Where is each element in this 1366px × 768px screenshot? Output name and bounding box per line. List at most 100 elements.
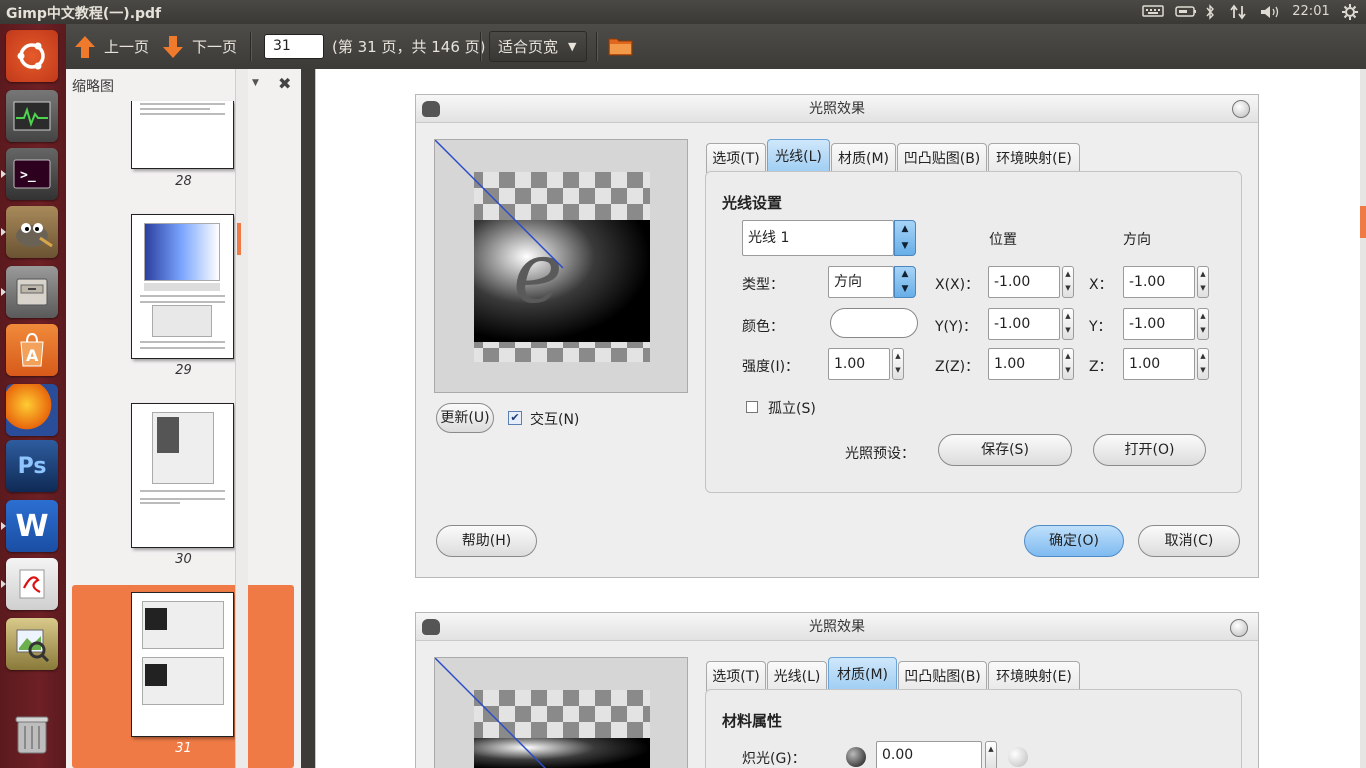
dir-y-label: Y： [1089, 319, 1112, 335]
pos-x-stepper-icon[interactable]: ▲ ▼ [1062, 266, 1074, 298]
thumbnail-page-29[interactable] [131, 214, 234, 359]
sidebar-dropdown-icon[interactable]: ▼ [252, 78, 259, 88]
page-number-input[interactable]: 31 [264, 34, 324, 59]
sidebar-scrollbar[interactable] [235, 69, 248, 768]
type-select-chevron-icon[interactable]: ▲ ▼ [894, 266, 916, 298]
battery-icon[interactable] [1175, 4, 1197, 20]
pos-y-stepper-icon[interactable]: ▲ ▼ [1062, 308, 1074, 340]
dir-z-stepper-icon[interactable]: ▲ ▼ [1197, 348, 1209, 380]
file-manager-icon[interactable] [6, 266, 58, 318]
tab-light[interactable]: 光线(L) [767, 139, 830, 173]
ubuntu-dash-icon[interactable] [6, 30, 58, 82]
save-preset-button[interactable]: 保存(S) [938, 434, 1072, 466]
running-indicator [1, 580, 6, 588]
pos-x-field[interactable]: -1.00 [988, 266, 1060, 298]
pos-y-field[interactable]: -1.00 [988, 308, 1060, 340]
glow-low-sphere-icon [846, 747, 866, 767]
intensity-field[interactable]: 1.00 [828, 348, 890, 380]
sidebar-header: 缩略图 ▼ ✖ [66, 69, 301, 101]
intensity-stepper-icon[interactable]: ▲ ▼ [892, 348, 904, 380]
bluetooth-icon[interactable] [1204, 4, 1216, 20]
wps-writer-icon[interactable]: W [6, 500, 58, 552]
dir-z-field[interactable]: 1.00 [1123, 348, 1195, 380]
close-icon[interactable]: ✖ [278, 74, 291, 93]
interactive-checkbox[interactable]: ✔ [508, 411, 522, 425]
image-viewer-icon[interactable] [6, 618, 58, 670]
dir-x-field[interactable]: -1.00 [1123, 266, 1195, 298]
pos-y-label: Y(Y)： [935, 319, 978, 335]
document-scrollbar[interactable] [1360, 69, 1366, 768]
glow-label: 炽光(G)： [742, 751, 806, 767]
position-header: 位置 [989, 232, 1017, 248]
document-viewer-icon[interactable] [6, 558, 58, 610]
dialog-close-icon[interactable] [1230, 619, 1248, 637]
light-select-chevron-icon[interactable]: ▲ ▼ [894, 220, 916, 256]
svg-text:>_: >_ [20, 168, 36, 183]
sidebar-scroll-thumb[interactable] [237, 223, 241, 255]
cancel-button[interactable]: 取消(C) [1138, 525, 1240, 557]
network-icon[interactable] [1229, 4, 1247, 20]
trash-icon[interactable] [6, 708, 58, 760]
gear-icon[interactable] [1341, 4, 1359, 20]
keyboard-icon[interactable] [1142, 4, 1164, 20]
direction-header: 方向 [1123, 232, 1151, 248]
thumbnail-number: 29 [175, 363, 192, 378]
type-label: 类型： [742, 277, 784, 293]
dir-x-label: X： [1089, 277, 1113, 293]
lighting-effects-dialog: 光照效果 e 更新(U) ✔ 交互(N) 选项(T) 光线(L) 材质(M) 凹… [415, 94, 1259, 578]
terminal-icon[interactable]: >_ [6, 148, 58, 200]
tab-bump-map[interactable]: 凹凸贴图(B) [898, 661, 987, 691]
ok-button[interactable]: 确定(O) [1024, 525, 1124, 557]
clock[interactable]: 22:01 [1290, 4, 1332, 20]
page-count: (第 31 页，共 146 页) [332, 38, 486, 56]
tab-options[interactable]: 选项(T) [706, 661, 766, 691]
intensity-label: 强度(I)： [742, 359, 800, 375]
pos-z-label: Z(Z)： [935, 359, 980, 375]
dir-y-field[interactable]: -1.00 [1123, 308, 1195, 340]
pos-z-field[interactable]: 1.00 [988, 348, 1060, 380]
isolate-checkbox[interactable] [746, 401, 758, 413]
tab-bump-map[interactable]: 凹凸贴图(B) [897, 143, 987, 173]
tab-light[interactable]: 光线(L) [767, 661, 827, 691]
system-monitor-icon[interactable] [6, 90, 58, 142]
tab-material[interactable]: 材质(M) [828, 657, 897, 691]
section-title: 光线设置 [722, 194, 783, 212]
tab-options[interactable]: 选项(T) [706, 143, 766, 173]
type-select[interactable]: 方向 [828, 266, 894, 298]
zoom-select[interactable]: 适合页宽 ▼ [489, 31, 587, 62]
dialog-title: 光照效果 [809, 619, 865, 635]
color-swatch-button[interactable] [830, 308, 918, 338]
next-page-button[interactable]: 下一页 [162, 24, 237, 69]
tab-environment-map[interactable]: 环境映射(E) [988, 661, 1080, 691]
launcher: >_ A Ps W [0, 24, 66, 768]
glow-field[interactable]: 0.00 [876, 741, 982, 768]
open-preset-button[interactable]: 打开(O) [1093, 434, 1206, 466]
help-button[interactable]: 帮助(H) [436, 525, 537, 557]
dialog-close-icon[interactable] [1232, 100, 1250, 118]
thumbnail-page-30[interactable] [131, 403, 234, 548]
folder-icon[interactable] [608, 36, 633, 56]
light-preview: e [434, 139, 688, 393]
document-scroll-thumb[interactable] [1360, 206, 1366, 238]
svg-text:A: A [26, 346, 39, 365]
running-indicator [1, 228, 6, 236]
thumbnail-page-31[interactable] [131, 592, 234, 737]
photoshop-icon[interactable]: Ps [6, 440, 58, 492]
toolbar-separator [480, 32, 481, 61]
previous-page-button[interactable]: 上一页 [74, 24, 149, 69]
dir-y-stepper-icon[interactable]: ▲ ▼ [1197, 308, 1209, 340]
tab-environment-map[interactable]: 环境映射(E) [988, 143, 1080, 173]
light-select[interactable]: 光线 1 [742, 220, 894, 256]
glow-stepper-icon[interactable]: ▲ [985, 741, 997, 768]
thumbnail-page-28[interactable] [131, 101, 234, 169]
update-button[interactable]: 更新(U) [436, 403, 494, 433]
tab-material[interactable]: 材质(M) [831, 143, 896, 173]
gimp-wilber-icon [422, 101, 440, 117]
gimp-icon[interactable] [6, 206, 58, 258]
software-center-icon[interactable]: A [6, 324, 58, 376]
pos-z-stepper-icon[interactable]: ▲ ▼ [1062, 348, 1074, 380]
volume-icon[interactable] [1259, 4, 1281, 20]
viewer-toolbar: 上一页 下一页 31 (第 31 页，共 146 页) 适合页宽 ▼ [66, 24, 1366, 69]
dir-x-stepper-icon[interactable]: ▲ ▼ [1197, 266, 1209, 298]
firefox-icon[interactable] [6, 384, 58, 436]
